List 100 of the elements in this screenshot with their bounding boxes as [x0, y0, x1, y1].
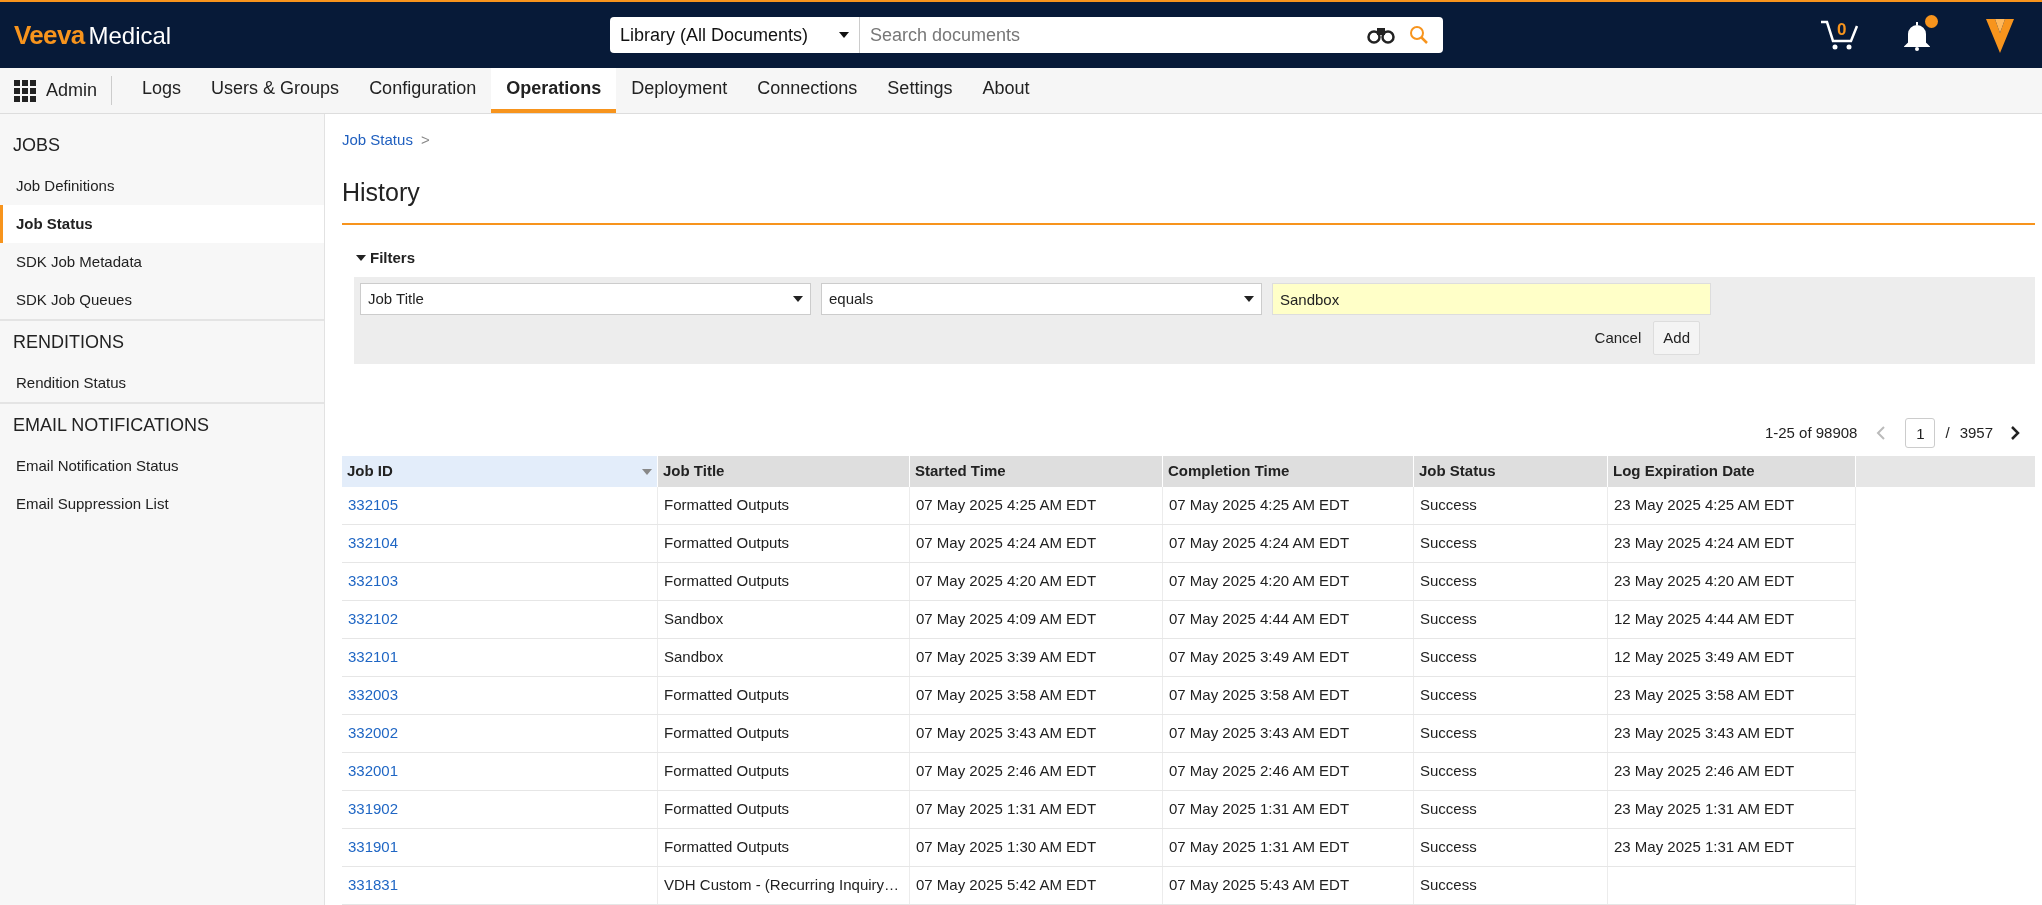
nav-tab[interactable]: Users & Groups: [196, 68, 355, 113]
filters-toggle[interactable]: Filters: [356, 246, 415, 270]
table-cell: 23 May 2025 4:24 AM EDT: [1608, 525, 1856, 562]
total-pages: 3957: [1959, 422, 1993, 443]
table-cell: 07 May 2025 5:43 AM EDT: [1163, 867, 1414, 904]
table-cell: 07 May 2025 4:25 AM EDT: [1163, 487, 1414, 524]
column-header[interactable]: Completion Time: [1163, 456, 1414, 487]
table-cell: 23 May 2025 1:31 AM EDT: [1608, 791, 1856, 828]
table-cell: Sandbox: [658, 639, 910, 676]
search-scope-dropdown[interactable]: Library (All Documents): [610, 17, 860, 53]
grid-icon: [14, 79, 36, 102]
table-cell: 23 May 2025 4:20 AM EDT: [1608, 563, 1856, 600]
chevron-right-icon[interactable]: [2009, 425, 2021, 441]
sidebar-item[interactable]: Email Notification Status: [0, 447, 324, 485]
operator-dropdown[interactable]: equals: [821, 283, 1262, 316]
sidebar-item[interactable]: SDK Job Metadata: [0, 243, 324, 281]
table-cell: VDH Custom - (Recurring Inquiry…: [658, 867, 910, 904]
table-cell: 23 May 2025 2:46 AM EDT: [1608, 753, 1856, 790]
column-header[interactable]: Job Title: [658, 456, 910, 487]
job-id-link[interactable]: 332003: [342, 677, 658, 714]
sidebar-section-title: EMAIL NOTIFICATIONS: [12, 414, 210, 437]
table-cell: Formatted Outputs: [658, 791, 910, 828]
table-cell: Formatted Outputs: [658, 677, 910, 714]
logo[interactable]: VeevaMedical: [14, 15, 610, 55]
table-cell: Success: [1414, 677, 1608, 714]
table-cell: 12 May 2025 4:44 AM EDT: [1608, 601, 1856, 638]
cart-button[interactable]: 0: [1820, 19, 1860, 51]
table-cell: Success: [1414, 639, 1608, 676]
sidebar-item[interactable]: Rendition Status: [0, 364, 324, 402]
page-field[interactable]: 1: [1905, 418, 1936, 448]
page-title: History: [342, 176, 421, 208]
table-cell: 07 May 2025 4:25 AM EDT: [910, 487, 1163, 524]
nav-tab[interactable]: Deployment: [616, 68, 743, 113]
binoculars-icon[interactable]: [1367, 26, 1395, 44]
sidebar-item[interactable]: SDK Job Queues: [0, 281, 324, 319]
nav-tab[interactable]: Operations: [491, 68, 617, 113]
table-cell: Formatted Outputs: [658, 829, 910, 866]
job-id-link[interactable]: 332102: [342, 601, 658, 638]
table-cell: 07 May 2025 3:49 AM EDT: [1163, 639, 1414, 676]
caret-icon: [1244, 296, 1254, 303]
table-cell: 07 May 2025 3:58 AM EDT: [910, 677, 1163, 714]
field-dropdown[interactable]: Job Title: [360, 283, 811, 316]
table-cell: 07 May 2025 5:42 AM EDT: [910, 867, 1163, 904]
table-cell: 07 May 2025 3:43 AM EDT: [1163, 715, 1414, 752]
job-id-link[interactable]: 332001: [342, 753, 658, 790]
table-cell: 07 May 2025 4:20 AM EDT: [910, 563, 1163, 600]
column-header[interactable]: Job ID: [342, 456, 658, 487]
table-cell: 23 May 2025 3:58 AM EDT: [1608, 677, 1856, 714]
nav-tab[interactable]: Connections: [742, 68, 873, 113]
job-id-link[interactable]: 331901: [342, 829, 658, 866]
column-header[interactable]: Log Expiration Date: [1608, 456, 1856, 487]
cancel-button[interactable]: Cancel: [1592, 327, 1644, 350]
cart-icon: [1820, 19, 1860, 51]
job-id-link[interactable]: 332104: [342, 525, 658, 562]
result-range: 1-25 of 98908: [1764, 422, 1858, 443]
table-cell: 07 May 2025 2:46 AM EDT: [1163, 753, 1414, 790]
table-cell: 07 May 2025 1:31 AM EDT: [1163, 829, 1414, 866]
sidebar-item[interactable]: Job Status: [0, 205, 324, 243]
table-cell: Sandbox: [658, 601, 910, 638]
job-id-link[interactable]: 331902: [342, 791, 658, 828]
search-field[interactable]: Search documents: [860, 17, 1363, 53]
sidebar-section-title: JOBS: [12, 134, 61, 157]
sidebar-item[interactable]: Job Definitions: [0, 167, 324, 205]
table-cell: Success: [1414, 753, 1608, 790]
table-cell: 07 May 2025 4:09 AM EDT: [910, 601, 1163, 638]
job-id-link[interactable]: 332103: [342, 563, 658, 600]
table-cell: 07 May 2025 4:44 AM EDT: [1163, 601, 1414, 638]
v-logo-icon[interactable]: [1986, 17, 2014, 53]
table-cell: Success: [1414, 715, 1608, 752]
table-cell: 12 May 2025 3:49 AM EDT: [1608, 639, 1856, 676]
table-cell: 23 May 2025 4:25 AM EDT: [1608, 487, 1856, 524]
table-cell: 07 May 2025 4:24 AM EDT: [1163, 525, 1414, 562]
table-cell: Formatted Outputs: [658, 715, 910, 752]
sidebar-item[interactable]: Email Suppression List: [0, 485, 324, 523]
triangle-icon: [356, 255, 366, 262]
nav-tab[interactable]: Configuration: [354, 68, 492, 113]
table-cell: 07 May 2025 3:39 AM EDT: [910, 639, 1163, 676]
table-cell: Success: [1414, 601, 1608, 638]
breadcrumb-link[interactable]: Job Status: [342, 129, 413, 152]
column-header[interactable]: Started Time: [910, 456, 1163, 487]
nav-tab[interactable]: About: [967, 68, 1045, 113]
column-header[interactable]: Job Status: [1414, 456, 1608, 487]
app-menu-button[interactable]: Admin: [0, 76, 113, 105]
table-cell: 07 May 2025 1:30 AM EDT: [910, 829, 1163, 866]
job-id-link[interactable]: 331831: [342, 867, 658, 904]
caret-icon: [793, 296, 803, 303]
nav-tab[interactable]: Settings: [872, 68, 968, 113]
table-cell: 07 May 2025 2:46 AM EDT: [910, 753, 1163, 790]
nav-tab[interactable]: Logs: [127, 68, 197, 113]
table-cell: Formatted Outputs: [658, 753, 910, 790]
sidebar-section-title: RENDITIONS: [12, 331, 125, 354]
job-id-link[interactable]: 332105: [342, 487, 658, 524]
table-cell: 07 May 2025 3:58 AM EDT: [1163, 677, 1414, 714]
job-id-link[interactable]: 332101: [342, 639, 658, 676]
job-id-link[interactable]: 332002: [342, 715, 658, 752]
table-cell: Formatted Outputs: [658, 563, 910, 600]
add-button[interactable]: Add: [1653, 321, 1700, 356]
filter-value-field[interactable]: Sandbox: [1272, 283, 1711, 316]
table-cell: Success: [1414, 487, 1608, 524]
table-cell: Success: [1414, 791, 1608, 828]
